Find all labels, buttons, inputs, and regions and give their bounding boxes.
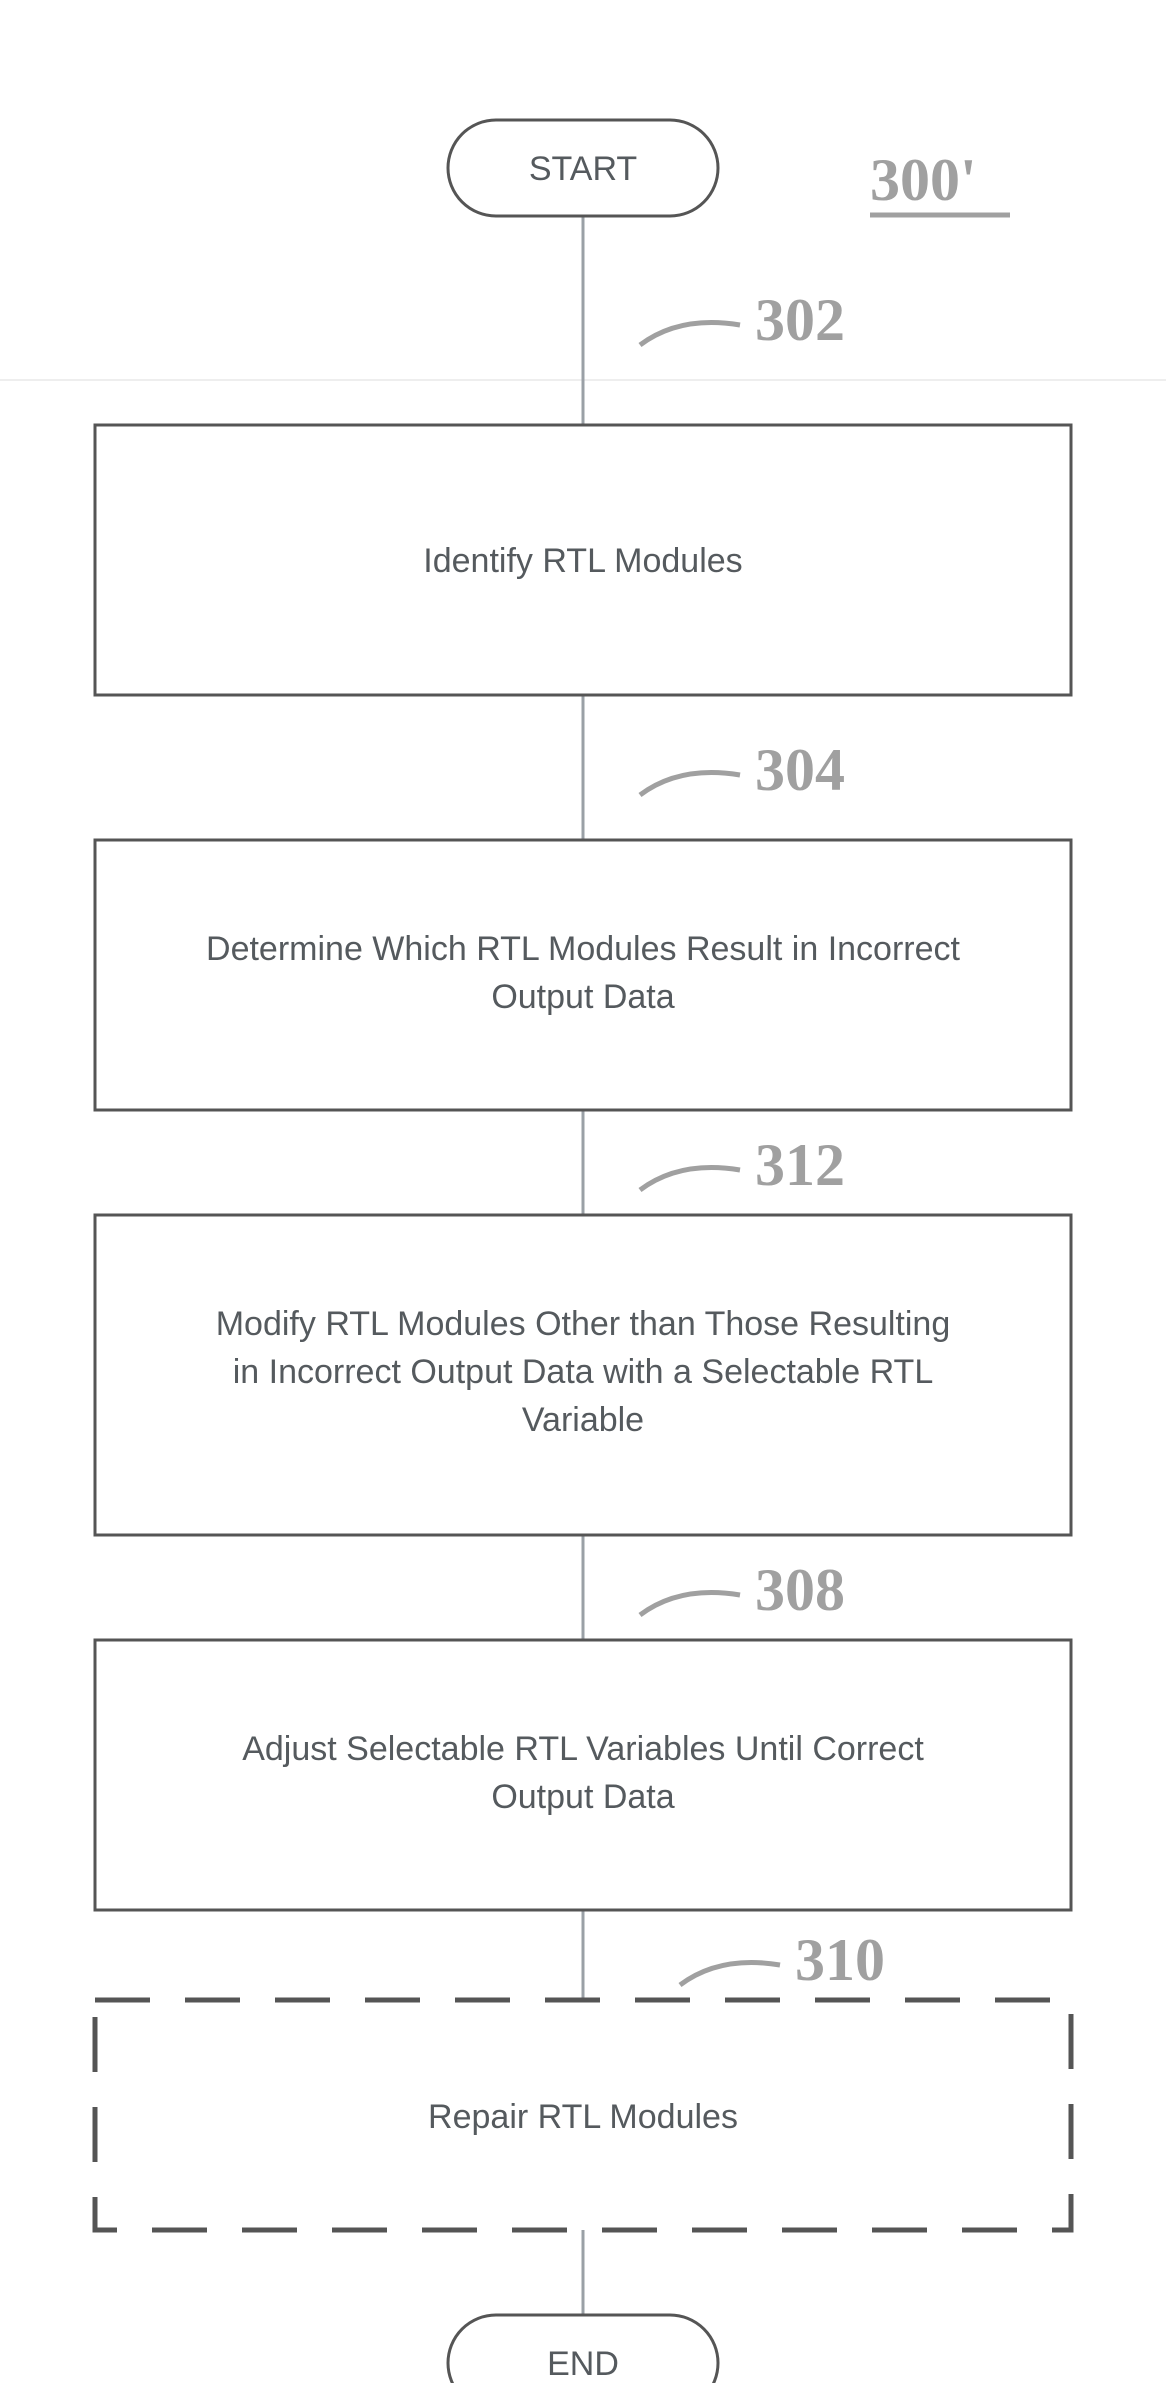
end-node: END	[448, 2315, 718, 2383]
flowchart: START 300' 302 Identify RTL Modules 304 …	[0, 0, 1166, 2383]
label-302: 302	[755, 287, 845, 353]
text-310: Repair RTL Modules	[428, 2098, 738, 2136]
text-312-line3: Variable	[522, 1401, 644, 1439]
callout-312	[640, 1168, 740, 1191]
text-304-line2: Output Data	[491, 978, 674, 1016]
text-304-line1: Determine Which RTL Modules Result in In…	[206, 930, 960, 968]
text-308-line1: Adjust Selectable RTL Variables Until Co…	[242, 1730, 924, 1768]
text-312-line1: Modify RTL Modules Other than Those Resu…	[216, 1305, 951, 1343]
text-308-line2: Output Data	[491, 1778, 674, 1816]
callout-310	[680, 1963, 780, 1986]
label-308: 308	[755, 1557, 845, 1623]
start-label: START	[529, 150, 637, 188]
text-312-line2: in Incorrect Output Data with a Selectab…	[233, 1353, 934, 1391]
callout-308	[640, 1593, 740, 1616]
figure-number: 300'	[870, 147, 977, 213]
callout-302	[640, 323, 740, 346]
callout-304	[640, 773, 740, 796]
label-304: 304	[755, 737, 845, 803]
start-node: START	[448, 120, 718, 216]
end-label: END	[547, 2345, 619, 2383]
text-302: Identify RTL Modules	[423, 542, 742, 580]
label-312: 312	[755, 1132, 845, 1198]
label-310: 310	[795, 1927, 885, 1993]
